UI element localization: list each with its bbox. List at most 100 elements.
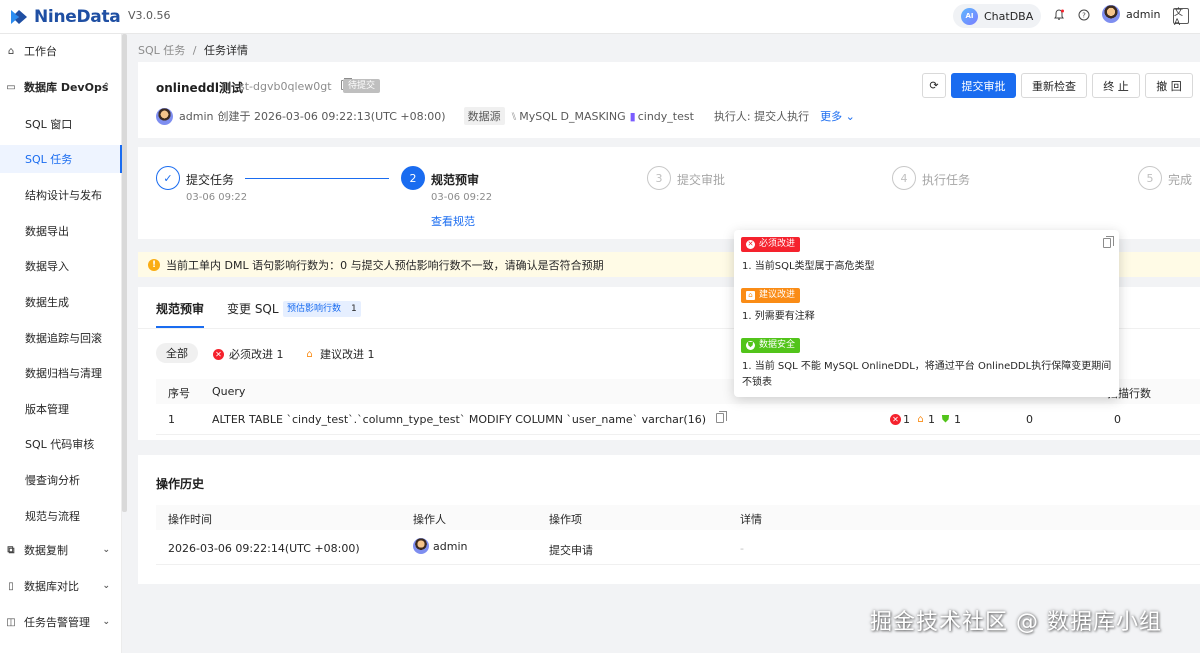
sidebar-item-data-archive[interactable]: 数据归档与清理	[0, 359, 122, 387]
row-divider	[156, 564, 1200, 565]
sidebar-item-slow-query[interactable]: 慢查询分析	[0, 466, 122, 494]
creator-name: admin	[179, 109, 214, 123]
sidebar-group-label: 数据库 DevOps	[24, 81, 109, 94]
step-1-label: 提交任务	[186, 173, 235, 187]
breadcrumb-separator: /	[192, 44, 197, 57]
language-switch-icon[interactable]: 文A	[1173, 8, 1189, 28]
refresh-button[interactable]: ⟳	[922, 73, 946, 98]
error-count: 1	[903, 413, 910, 426]
sidebar-group-label: 数据复制	[24, 544, 68, 557]
row-scan-rows: 0	[1114, 413, 1121, 426]
revoke-button[interactable]: 撤 回	[1145, 73, 1193, 98]
tab-precheck[interactable]: 规范预审	[156, 300, 204, 317]
sidebar-group-replication[interactable]: ⧉ 数据复制 ⌄	[0, 536, 122, 564]
tag-label: 必须改进	[759, 239, 796, 249]
breadcrumb-current: 任务详情	[203, 44, 248, 57]
step-5-label: 完成	[1168, 173, 1193, 187]
sidebar-item-sql-window[interactable]: SQL 窗口	[0, 110, 122, 138]
terminate-button[interactable]: 终 止	[1092, 73, 1140, 98]
sidebar-item-data-tracking[interactable]: 数据追踪与回滚	[0, 324, 122, 352]
recheck-button[interactable]: 重新检查	[1021, 73, 1087, 98]
sidebar-item-label: 工作台	[24, 45, 57, 58]
copy-icon[interactable]	[715, 411, 727, 423]
username: admin	[1126, 7, 1161, 21]
chevron-up-icon: ⌃	[102, 82, 110, 92]
svg-text:?: ?	[1082, 12, 1086, 20]
datasource-label: 数据源	[463, 107, 505, 125]
row-no: 1	[168, 413, 175, 426]
tab-change-sql[interactable]: 变更 SQL	[227, 300, 279, 317]
shield-icon: ⛊	[746, 341, 755, 350]
home-icon: ⌂	[7, 45, 15, 57]
sidebar-item-sql-code-review[interactable]: SQL 代码审核	[0, 430, 122, 458]
chatdba-label: ChatDBA	[984, 9, 1034, 23]
filter-suggest-label: 建议改进 1	[320, 348, 375, 361]
step-4-label: 执行任务	[922, 173, 971, 187]
step-2-time: 03-06 09:22	[431, 192, 493, 203]
history-item: 提交申请	[549, 544, 593, 557]
database-name[interactable]: cindy_test	[638, 110, 694, 123]
row-check-results[interactable]: ✕ 1 ⌂ 1 ⛊ 1	[890, 413, 966, 426]
top-bar: NineData V3.0.56 AI ChatDBA ? admin 文A	[0, 0, 1200, 34]
col-operation-time: 操作时间	[168, 513, 212, 526]
sidebar-item-sql-task[interactable]: SQL 任务	[0, 145, 122, 173]
suggest-improve-tag: ⌂ 建议改进	[741, 288, 801, 303]
watermark: 掘金技术社区 @ 数据库小组	[870, 610, 1162, 635]
help-icon[interactable]: ?	[1077, 8, 1091, 22]
history-table-header	[156, 505, 1200, 530]
task-title: onlineddl测试	[156, 81, 243, 95]
breadcrumb-parent[interactable]: SQL 任务	[138, 44, 185, 57]
col-operation-item: 操作项	[549, 513, 582, 526]
submit-approval-button[interactable]: 提交审批	[951, 73, 1016, 98]
step-connector	[245, 178, 389, 179]
replication-icon: ⧉	[7, 544, 15, 556]
sidebar-group-label: 数据库对比	[24, 580, 79, 593]
step-1-time: 03-06 09:22	[186, 192, 248, 203]
chevron-down-icon: ⌄	[102, 617, 110, 627]
step-2-indicator: 2	[401, 166, 425, 190]
sidebar-item-schema-design[interactable]: 结构设计与发布	[0, 181, 122, 209]
warning-text: 当前工单内 DML 语句影响行数为：0 与提交人预估影响行数不一致，请确认是否符…	[166, 258, 604, 272]
filter-must-improve[interactable]: ✕ 必须改进 1	[213, 346, 284, 362]
sidebar-group-devops[interactable]: ▭ 数据库 DevOps ⌃	[0, 73, 122, 101]
sidebar-scrollbar[interactable]	[122, 34, 127, 512]
chevron-down-icon: ⌄	[845, 110, 855, 123]
avatar	[1102, 5, 1120, 23]
sidebar-group-alert[interactable]: ◫ 任务告警管理 ⌄	[0, 608, 122, 636]
datasource-name[interactable]: MySQL D_MASKING	[519, 110, 625, 123]
sidebar-item-rules-flow[interactable]: 规范与流程	[0, 502, 122, 530]
step-3-label: 提交审批	[677, 173, 726, 187]
sidebar-item-data-generation[interactable]: 数据生成	[0, 288, 122, 316]
operator-name: admin	[433, 539, 468, 553]
view-rules-link[interactable]: 查看规范	[431, 213, 475, 229]
col-no: 序号	[168, 387, 190, 400]
sidebar-item-workbench[interactable]: ⌂ 工作台	[0, 37, 122, 65]
avatar	[413, 538, 429, 554]
row-query: ALTER TABLE `cindy_test`.`column_type_te…	[212, 411, 727, 426]
col-operator: 操作人	[413, 513, 446, 526]
alert-icon: ◫	[6, 616, 16, 628]
sidebar-item-version-management[interactable]: 版本管理	[0, 395, 122, 423]
error-icon: ✕	[746, 240, 755, 249]
sidebar-group-compare[interactable]: ▯ 数据库对比 ⌄	[0, 572, 122, 600]
chatdba-icon: AI	[961, 7, 978, 25]
database-icon: ▮	[629, 109, 636, 123]
sidebar: ⌂ 工作台 ▭ 数据库 DevOps ⌃ SQL 窗口 SQL 任务 结构设计与…	[0, 34, 122, 653]
sidebar-group-label: 任务告警管理	[24, 616, 90, 629]
filter-must-label: 必须改进 1	[229, 348, 284, 361]
sidebar-item-data-export[interactable]: 数据导出	[0, 217, 122, 245]
chatdba-button[interactable]: AI ChatDBA	[953, 4, 1041, 28]
user-menu[interactable]: admin	[1102, 5, 1160, 23]
sidebar-item-data-import[interactable]: 数据导入	[0, 252, 122, 280]
notification-bell-icon[interactable]	[1052, 8, 1066, 22]
filter-suggest-improve[interactable]: ⌂ 建议改进 1	[304, 346, 375, 362]
more-label: 更多	[820, 110, 843, 123]
copy-icon[interactable]	[1103, 236, 1114, 248]
filter-all[interactable]: 全部	[156, 343, 198, 363]
suggestion-count: 1	[928, 413, 935, 426]
ninedata-logo-icon	[11, 10, 27, 24]
logo[interactable]: NineData	[8, 5, 121, 29]
row-affected: 0	[1026, 413, 1033, 426]
monitor-icon: ▭	[6, 81, 16, 93]
more-link[interactable]: 更多 ⌄	[820, 108, 855, 124]
